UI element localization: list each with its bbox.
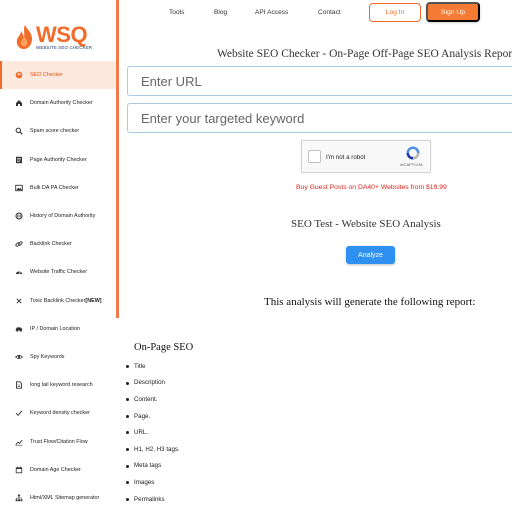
sidebar-item-long-tail[interactable]: long tail keyword research [0, 371, 116, 399]
sidebar-item-seo-checker[interactable]: SEO Checker [0, 61, 116, 90]
analyze-button[interactable]: Analyze [346, 246, 395, 264]
list-item: Description [124, 375, 180, 392]
list-item: Page. [124, 408, 180, 425]
sidebar-item-sitemap[interactable]: Html/XML Sitemap generator [0, 484, 116, 512]
sidebar-item-label: SEO Checker [30, 72, 63, 79]
image-icon [14, 183, 24, 193]
sidebar-item-label: Spam score checker [30, 128, 80, 135]
guest-post-promo-link[interactable]: Buy Guest Posts on DA40+ Websites from $… [296, 184, 447, 191]
sidebar-item-label: long tail keyword research [30, 382, 93, 389]
list-item: URL. [124, 424, 180, 441]
captcha-checkbox[interactable] [308, 150, 321, 163]
captcha-label: I'm not a robot [326, 154, 366, 161]
onpage-seo-heading: On-Page SEO [134, 342, 194, 353]
sitemap-icon [14, 493, 24, 503]
gauge-icon [14, 267, 24, 277]
sidebar-item-label: Domain Authority Checker [30, 100, 93, 107]
nav-link-blog[interactable]: Blog [214, 9, 227, 16]
sidebar-item-page-authority[interactable]: Page Authority Checker [0, 146, 116, 174]
sidebar-item-toxic-backlink[interactable]: Toxic Backlink Checker[NEW] [0, 287, 116, 315]
sidebar-item-bulk-da-pa[interactable]: Bulk DA PA Checker [0, 174, 116, 202]
sidebar-item-text: Toxic Backlink Checker [30, 297, 86, 304]
sidebar-item-ip-location[interactable]: IP / Domain Location [0, 315, 116, 343]
list-item: Meta tags [124, 458, 180, 475]
sidebar-item-label: Backlink Checker [30, 241, 72, 248]
list-item: Permalinks [124, 491, 180, 508]
sidebar-item-label: Page Authority Checker [30, 156, 87, 163]
sidebar-item-label: Domain Age Checker [30, 466, 81, 473]
sidebar-item-domain-authority[interactable]: Domain Authority Checker [0, 89, 116, 117]
link-icon [14, 239, 24, 249]
nav-link-contact[interactable]: Contact [318, 9, 341, 16]
sidebar-item-label: Keyword density checker [30, 410, 90, 417]
sidebar-item-spy-keywords[interactable]: Spy Keywords [0, 343, 116, 371]
sidebar-item-label: Html/XML Sitemap generator [30, 494, 100, 501]
nav-link-tools[interactable]: Tools [169, 9, 184, 16]
sidebar-item-keyword-density[interactable]: Keyword density checker [0, 399, 116, 427]
sidebar-item-label: IP / Domain Location [30, 325, 80, 332]
keyword-input[interactable] [127, 103, 512, 133]
new-badge: [NEW] [85, 297, 102, 304]
document-icon [14, 155, 24, 165]
sidebar: WSQ WEBSITE SEO CHECKER SEO Checker Doma… [0, 0, 116, 512]
sidebar-item-history-da[interactable]: History of Domain Authority [0, 202, 116, 230]
sidebar-item-label: Trust Flow/Citation Flow [30, 438, 88, 445]
flame-icon [16, 25, 32, 49]
report-note: This analysis will generate the followin… [264, 296, 476, 308]
sidebar-item-label: Spy Keywords [30, 353, 65, 360]
sidebar-nav: SEO Checker Domain Authority Checker Spa… [0, 61, 116, 512]
sidebar-item-domain-age[interactable]: Domain Age Checker [0, 456, 116, 484]
nav-link-api-access[interactable]: API Access [255, 9, 288, 16]
trend-icon [14, 437, 24, 447]
page-title: Website SEO Checker - On-Page Off-Page S… [217, 48, 512, 60]
sidebar-item-label: History of Domain Authority [30, 213, 96, 220]
recaptcha-widget: I'm not a robot reCAPTCHA [301, 140, 431, 173]
sidebar-item-backlink[interactable]: Backlink Checker [0, 230, 116, 258]
recaptcha-icon [406, 146, 420, 160]
page-icon [14, 380, 24, 390]
calendar-icon [14, 465, 24, 475]
logo[interactable]: WSQ WEBSITE SEO CHECKER [14, 22, 94, 52]
sidebar-item-label: Bulk DA PA Checker [30, 184, 79, 191]
list-item: H1, H2, H3 tags. [124, 441, 180, 458]
sidebar-item-label: Website Traffic Checker [30, 269, 88, 276]
list-item: Images [124, 474, 180, 491]
onpage-seo-list: Title Description Content. Page. URL. H1… [124, 358, 180, 507]
eye-icon [14, 352, 24, 362]
signup-button[interactable]: Sign Up [426, 2, 480, 22]
url-input[interactable] [127, 66, 512, 96]
search-icon [14, 126, 24, 136]
sidebar-item-spam-score[interactable]: Spam score checker [0, 117, 116, 145]
home-icon [14, 98, 24, 108]
login-button[interactable]: Log In [369, 3, 421, 22]
sidebar-item-trust-flow[interactable]: Trust Flow/Citation Flow [0, 427, 116, 455]
globe-icon [14, 211, 24, 221]
list-item: Title [124, 358, 180, 375]
list-item: Content. [124, 391, 180, 408]
sidebar-item-traffic[interactable]: Website Traffic Checker [0, 258, 116, 286]
sidebar-item-label: Toxic Backlink Checker[NEW] [30, 298, 102, 304]
logo-letters: WSQ [36, 22, 88, 47]
captcha-brand: reCAPTCHA [400, 162, 423, 167]
logo-tagline: WEBSITE SEO CHECKER [36, 45, 93, 50]
seo-icon [14, 70, 24, 80]
close-icon [14, 296, 24, 306]
car-icon [14, 324, 24, 334]
check-icon [14, 408, 24, 418]
sidebar-scrollbar[interactable] [116, 0, 119, 318]
section-subtitle: SEO Test - Website SEO Analysis [291, 218, 441, 230]
